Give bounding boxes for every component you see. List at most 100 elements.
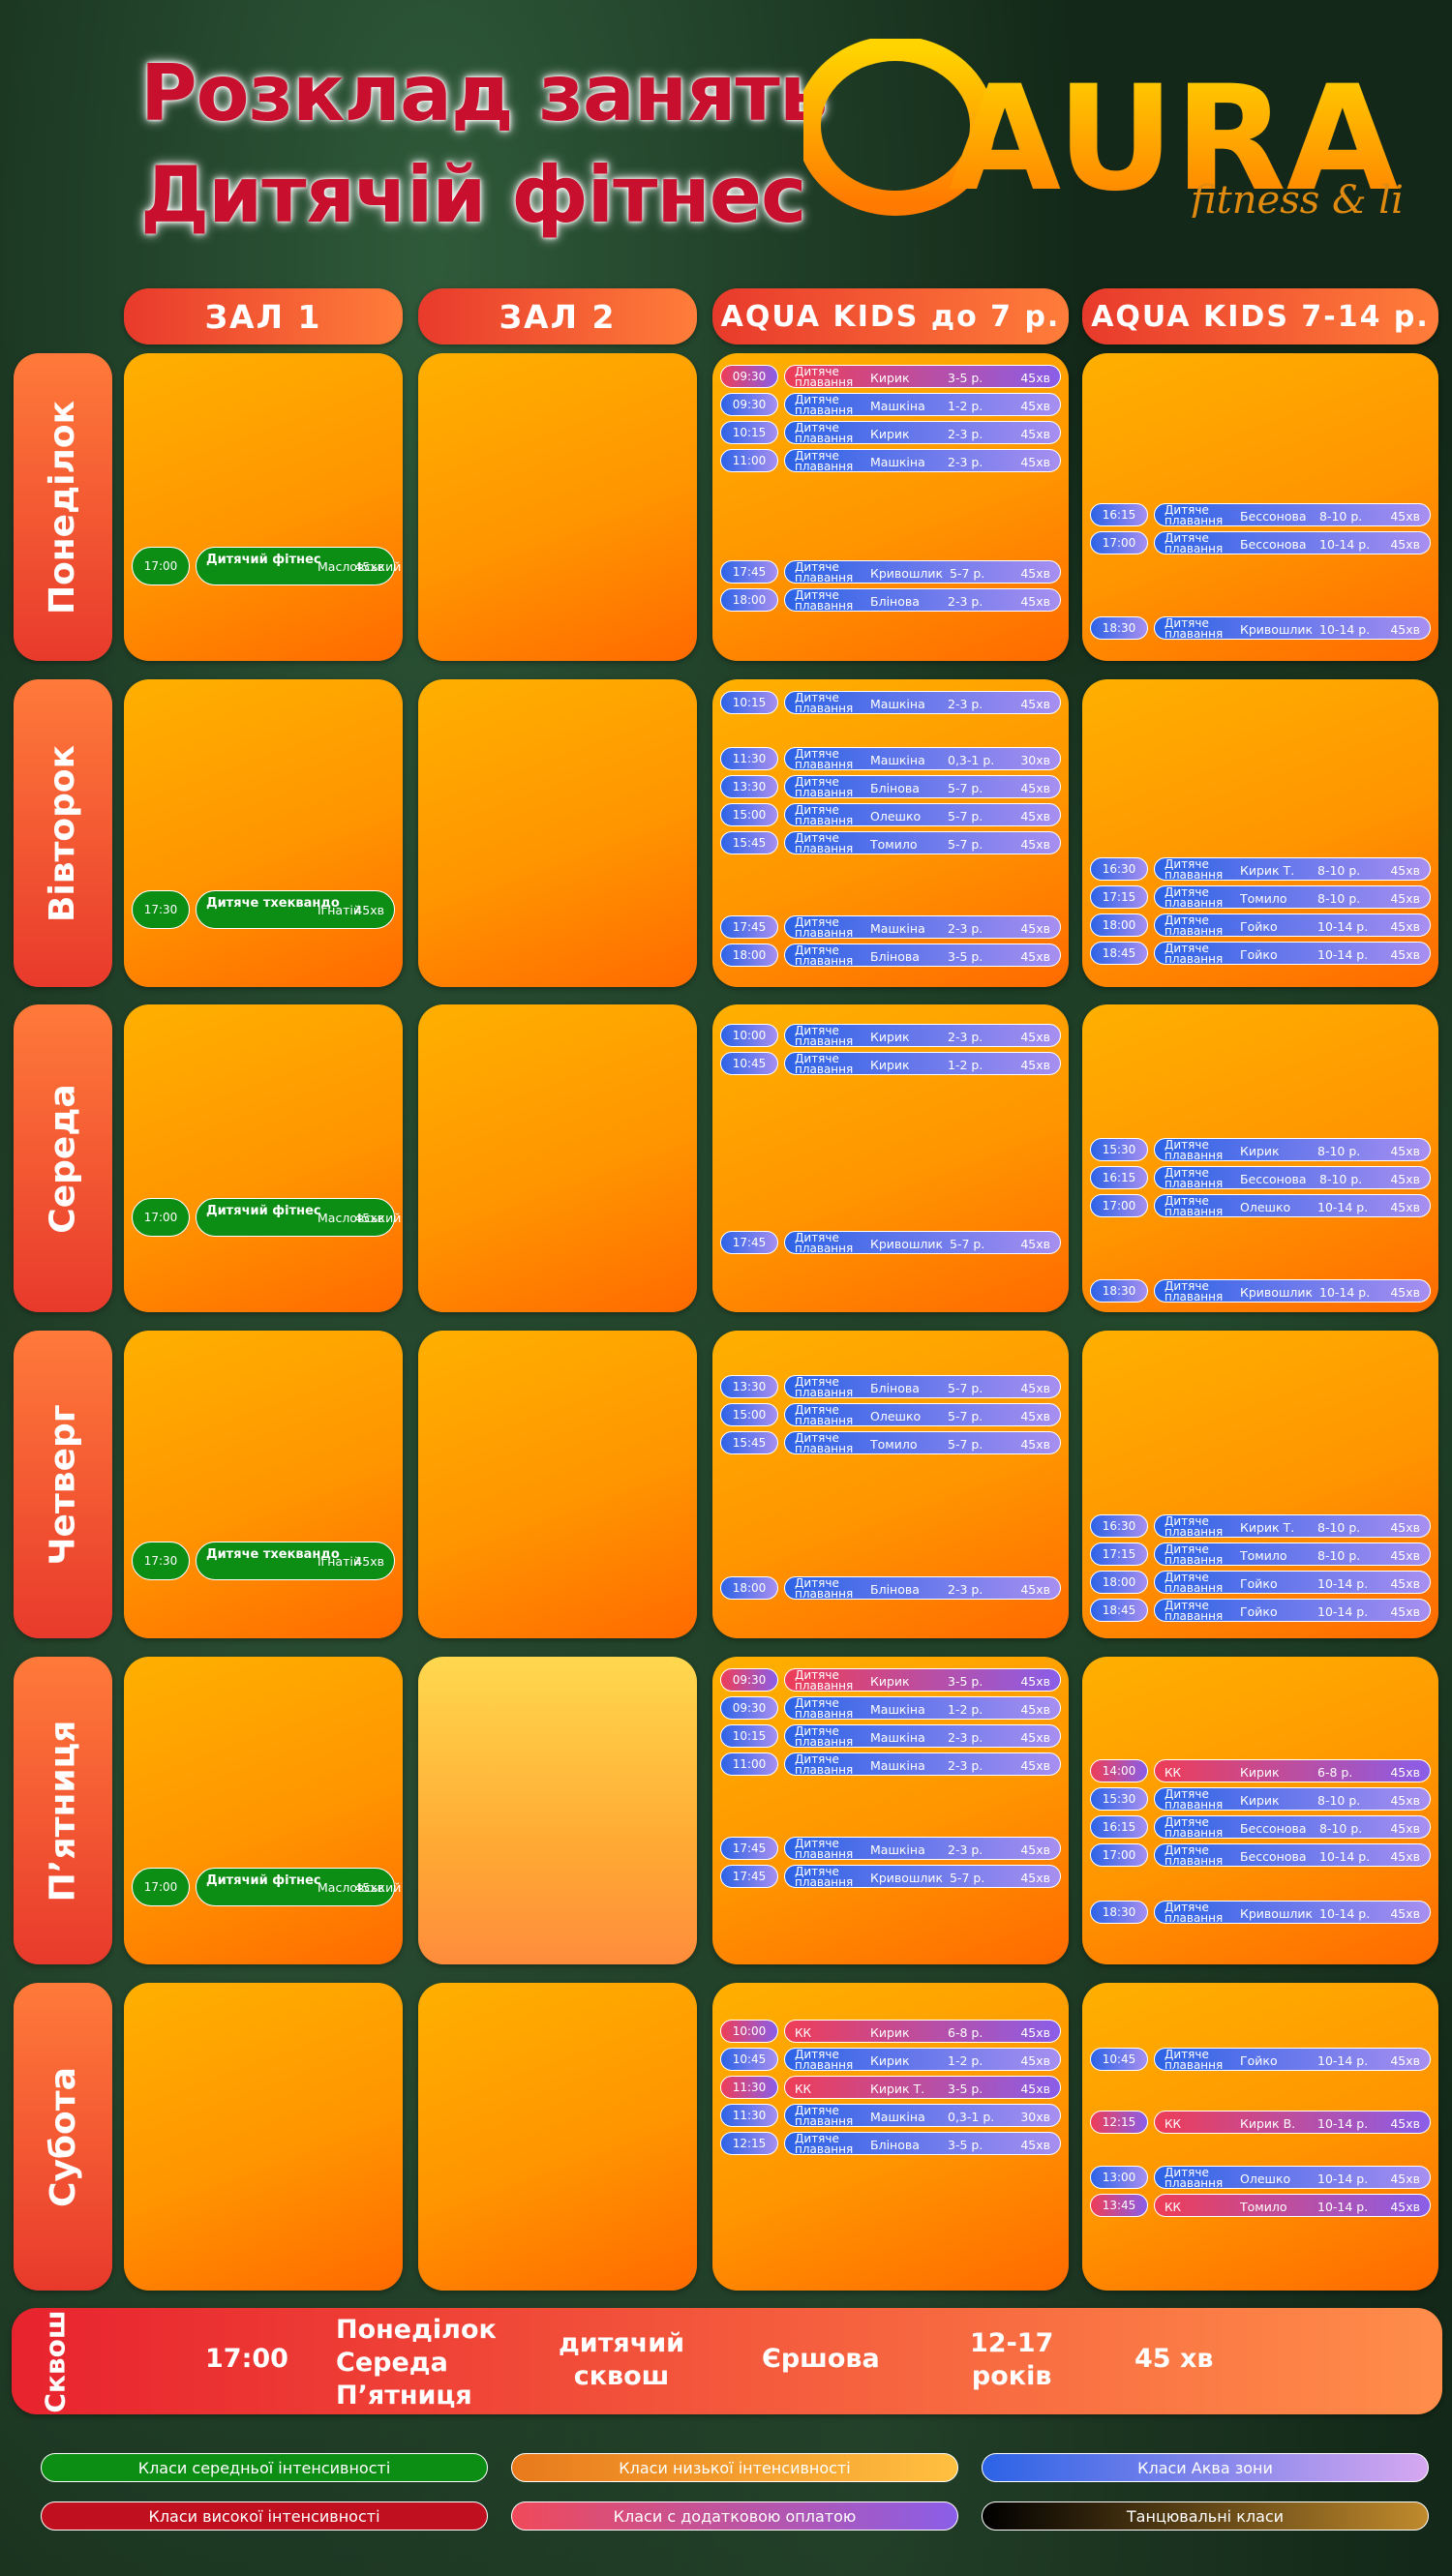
class-entry[interactable]: 17:45 Дитяче плавання Кривошлик 5-7 р. 45хв bbox=[720, 1231, 1061, 1254]
class-entry[interactable]: 18:00 Дитяче плавання Блінова 3-5 р. 45хв bbox=[720, 944, 1061, 967]
class-entry[interactable]: 13:00 Дитяче плавання Олешко 10-14 р. 45хв bbox=[1090, 2166, 1431, 2189]
class-entry[interactable]: 12:15 КК Кирик В. 10-14 р. 45хв bbox=[1090, 2111, 1431, 2134]
cell-tue-zal2 bbox=[418, 679, 697, 987]
class-entry[interactable]: 11:30 КК Кирик Т. 3-5 р. 45хв bbox=[720, 2076, 1061, 2099]
class-duration: 45хв bbox=[1020, 1409, 1050, 1423]
class-entry[interactable]: 12:15 Дитяче плавання Блінова 3-5 р. 45хв bbox=[720, 2132, 1061, 2155]
class-entry[interactable]: 18:30 Дитяче плавання Кривошлик 10-14 р. 45х… bbox=[1090, 1901, 1431, 1924]
class-entry[interactable]: 17:45 Дитяче плавання Кривошлик 5-7 р. 45хв bbox=[720, 1865, 1061, 1888]
class-entry[interactable]: 09:30 Дитяче плавання Машкіна 1-2 р. 45хв bbox=[720, 1696, 1061, 1720]
class-duration: 45хв bbox=[1020, 1381, 1050, 1395]
class-entry[interactable]: 16:15 Дитяче плавання Бессонова 8-10 р. 45хв bbox=[1090, 1166, 1431, 1189]
class-entry[interactable]: 17:00 Дитяче плавання Бессонова 10-14 р. 45х… bbox=[1090, 531, 1431, 554]
class-entry[interactable]: 18:00 Дитяче плавання Гойко 10-14 р. 45хв bbox=[1090, 914, 1431, 937]
class-time: 17:15 bbox=[1090, 885, 1148, 909]
class-entry[interactable]: 17:00 Дитяче плавання Бессонова 10-14 р. 45х… bbox=[1090, 1843, 1431, 1867]
class-entry[interactable]: 18:30 Дитяче плавання Кривошлик 10-14 р. 45х… bbox=[1090, 1279, 1431, 1303]
day-label-thu: Четверг bbox=[14, 1331, 112, 1638]
class-entry[interactable]: 15:45 Дитяче плавання Томило 5-7 р. 45хв bbox=[720, 831, 1061, 854]
class-entry[interactable]: 15:30 Дитяче плавання Кирик 8-10 р. 45хв bbox=[1090, 1138, 1431, 1161]
class-entry[interactable]: 13:30 Дитяче плавання Блінова 5-7 р. 45хв bbox=[720, 775, 1061, 798]
class-entry[interactable]: 18:45 Дитяче плавання Гойко 10-14 р. 45хв bbox=[1090, 942, 1431, 965]
cell-mon-aq1: 09:30 Дитяче плавання Кирик 3-5 р. 45хв 09:30… bbox=[712, 353, 1069, 661]
class-entry[interactable]: 10:00 Дитяче плавання Кирик 2-3 р. 45хв bbox=[720, 1024, 1061, 1047]
class-entry[interactable]: 17:30 Дитяче тхеквандо Ігнатій 45хв bbox=[132, 890, 395, 929]
class-details: Дитяче плавання Гойко 10-14 р. 45хв bbox=[1154, 1599, 1431, 1622]
class-entry[interactable]: 18:45 Дитяче плавання Гойко 10-14 р. 45хв bbox=[1090, 1599, 1431, 1622]
column-header-aqua-7-14: AQUA KIDS 7-14 р. bbox=[1082, 288, 1438, 344]
class-entry[interactable]: 15:00 Дитяче плавання Олешко 5-7 р. 45хв bbox=[720, 803, 1061, 826]
class-entry[interactable]: 10:45 Дитяче плавання Кирик 1-2 р. 45хв bbox=[720, 1052, 1061, 1075]
class-entry[interactable]: 17:30 Дитяче тхеквандо Ігнатій 45хв bbox=[132, 1542, 395, 1580]
class-entry[interactable]: 17:00 Дитячий фітнес Масловський 45хв bbox=[132, 1198, 401, 1237]
class-details: КК Кирик 6-8 р. 45хв bbox=[1154, 1759, 1431, 1782]
class-entry[interactable]: 13:45 КК Томило 10-14 р. 45хв bbox=[1090, 2194, 1431, 2217]
class-entry[interactable]: 10:45 Дитяче плавання Гойко 10-14 р. 45хв bbox=[1090, 2048, 1431, 2071]
class-time: 18:00 bbox=[720, 1576, 778, 1600]
class-entry[interactable]: 16:30 Дитяче плавання Кирик Т. 8-10 р. 45хв bbox=[1090, 857, 1431, 881]
class-age: 10-14 р. bbox=[1317, 919, 1369, 934]
class-instructor: Блінова bbox=[870, 781, 920, 795]
class-duration: 45хв bbox=[1020, 2025, 1050, 2040]
column-header-aqua-under7: AQUA KIDS до 7 р. bbox=[712, 288, 1069, 344]
class-entry[interactable]: 15:45 Дитяче плавання Томило 5-7 р. 45хв bbox=[720, 1431, 1061, 1454]
class-age: 10-14 р. bbox=[1317, 2200, 1369, 2214]
class-time: 10:45 bbox=[720, 1052, 778, 1075]
class-entry[interactable]: 10:15 Дитяче плавання Машкіна 2-3 р. 45хв bbox=[720, 1724, 1061, 1748]
class-entry[interactable]: 15:30 Дитяче плавання Кирик 8-10 р. 45хв bbox=[1090, 1787, 1431, 1811]
class-entry[interactable]: 15:00 Дитяче плавання Олешко 5-7 р. 45хв bbox=[720, 1403, 1061, 1426]
class-details: Дитяче плавання Олешко 10-14 р. 45хв bbox=[1154, 2166, 1431, 2189]
class-entry[interactable]: 11:00 Дитяче плавання Машкіна 2-3 р. 45хв bbox=[720, 449, 1061, 472]
class-entry[interactable]: 17:45 Дитяче плавання Машкіна 2-3 р. 45хв bbox=[720, 1837, 1061, 1860]
class-duration: 45хв bbox=[1020, 949, 1050, 964]
class-entry[interactable]: 17:15 Дитяче плавання Томило 8-10 р. 45хв bbox=[1090, 885, 1431, 909]
class-entry[interactable]: 09:30 Дитяче плавання Машкіна 1-2 р. 45хв bbox=[720, 393, 1061, 416]
class-entry[interactable]: 09:30 Дитяче плавання Кирик 3-5 р. 45хв bbox=[720, 365, 1061, 388]
class-entry[interactable]: 17:15 Дитяче плавання Томило 8-10 р. 45хв bbox=[1090, 1543, 1431, 1566]
class-entry[interactable]: 11:30 Дитяче плавання Машкіна 0,3-1 р. 30хв bbox=[720, 2104, 1061, 2127]
cell-mon-zal2 bbox=[418, 353, 697, 661]
class-details: Дитяче плавання Гойко 10-14 р. 45хв bbox=[1154, 1571, 1431, 1594]
class-age: 5-7 р. bbox=[950, 1237, 985, 1251]
class-entry[interactable]: 09:30 Дитяче плавання Кирик 3-5 р. 45хв bbox=[720, 1668, 1061, 1692]
class-entry[interactable]: 17:45 Дитяче плавання Машкіна 2-3 р. 45хв bbox=[720, 915, 1061, 939]
class-name: Дитяче плавання bbox=[1165, 1514, 1224, 1539]
class-name: КК bbox=[1165, 2117, 1182, 2131]
class-entry[interactable]: 10:15 Дитяче плавання Машкіна 2-3 р. 45хв bbox=[720, 691, 1061, 714]
class-time: 17:00 bbox=[132, 1198, 190, 1237]
class-entry[interactable]: 16:30 Дитяче плавання Кирик Т. 8-10 р. 45хв bbox=[1090, 1514, 1431, 1538]
class-entry[interactable]: 16:15 Дитяче плавання Бессонова 8-10 р. 45хв bbox=[1090, 1815, 1431, 1839]
class-entry[interactable]: 10:45 Дитяче плавання Кирик 1-2 р. 45хв bbox=[720, 2048, 1061, 2071]
class-entry[interactable]: 17:45 Дитяче плавання Кривошлик 5-7 р. 45хв bbox=[720, 560, 1061, 584]
class-instructor: Кривошлик bbox=[870, 1871, 944, 1885]
class-entry[interactable]: 17:00 Дитячий фітнес Масловський 45хв bbox=[132, 547, 401, 585]
class-entry[interactable]: 10:00 КК Кирик 6-8 р. 45хв bbox=[720, 2020, 1061, 2043]
class-entry[interactable]: 16:15 Дитяче плавання Бессонова 8-10 р. 45хв bbox=[1090, 503, 1431, 526]
class-entry[interactable]: 11:30 Дитяче плавання Машкіна 0,3-1 р. 30хв bbox=[720, 747, 1061, 770]
class-instructor: Томило bbox=[870, 837, 918, 852]
class-details: Дитячий фітнес Масловський 45хв bbox=[196, 547, 401, 585]
class-entry[interactable]: 17:00 Дитяче плавання Олешко 10-14 р. 45хв bbox=[1090, 1194, 1431, 1217]
class-entry[interactable]: 13:30 Дитяче плавання Блінова 5-7 р. 45хв bbox=[720, 1375, 1061, 1398]
class-entry[interactable]: 14:00 КК Кирик 6-8 р. 45хв bbox=[1090, 1759, 1431, 1782]
class-age: 1-2 р. bbox=[948, 1058, 983, 1072]
class-time: 17:45 bbox=[720, 1865, 778, 1888]
class-time: 18:00 bbox=[1090, 914, 1148, 937]
class-duration: 45хв bbox=[1390, 2116, 1420, 2131]
cell-thu-zal1: 17:30 Дитяче тхеквандо Ігнатій 45хв bbox=[124, 1331, 403, 1638]
class-entry[interactable]: 18:30 Дитяче плавання Кривошлик 10-14 р. 45х… bbox=[1090, 616, 1431, 640]
class-duration: 45хв bbox=[1020, 1582, 1050, 1597]
class-details: Дитяче плавання Кирик 1-2 р. 45хв bbox=[784, 1052, 1061, 1075]
class-name: Дитяче плавання bbox=[1165, 1194, 1224, 1218]
class-entry[interactable]: 18:00 Дитяче плавання Гойко 10-14 р. 45хв bbox=[1090, 1571, 1431, 1594]
class-duration: 45хв bbox=[1020, 427, 1050, 441]
class-entry[interactable]: 11:00 Дитяче плавання Машкіна 2-3 р. 45хв bbox=[720, 1752, 1061, 1776]
class-entry[interactable]: 17:00 Дитячий фітнес Масловський 45хв bbox=[132, 1868, 401, 1906]
class-duration: 45хв bbox=[1390, 1906, 1420, 1921]
class-instructor: Кирик bbox=[870, 1058, 910, 1072]
class-age: 5-7 р. bbox=[950, 1871, 985, 1885]
class-entry[interactable]: 18:00 Дитяче плавання Блінова 2-3 р. 45хв bbox=[720, 588, 1061, 612]
class-entry[interactable]: 10:15 Дитяче плавання Кирик 2-3 р. 45хв bbox=[720, 421, 1061, 444]
class-entry[interactable]: 18:00 Дитяче плавання Блінова 2-3 р. 45хв bbox=[720, 1576, 1061, 1600]
class-details: КК Кирик Т. 3-5 р. 45хв bbox=[784, 2076, 1061, 2099]
